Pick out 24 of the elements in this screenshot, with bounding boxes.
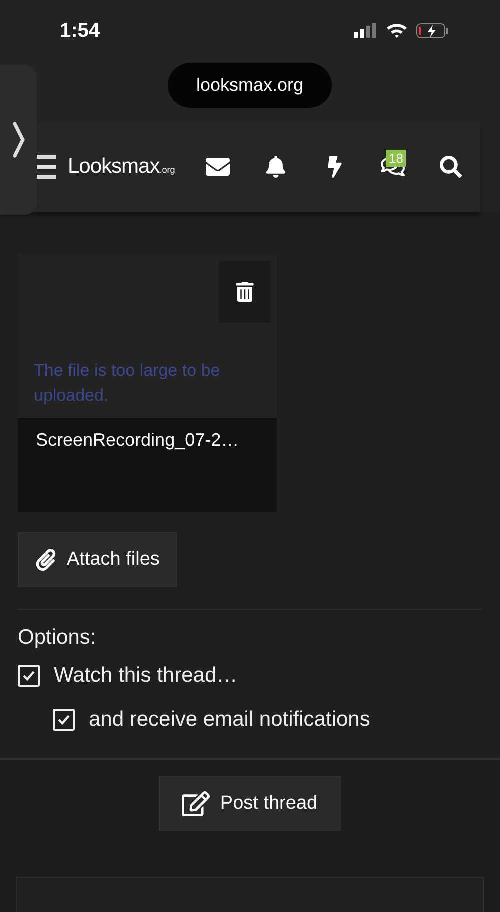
checkmark-icon xyxy=(57,713,71,727)
delete-button[interactable] xyxy=(219,261,271,323)
url-bar[interactable]: looksmax.org xyxy=(168,63,332,108)
checkmark-icon xyxy=(22,669,36,683)
checkbox[interactable] xyxy=(53,709,75,731)
wifi-icon xyxy=(386,23,408,39)
file-name: ScreenRecording_07-2… xyxy=(36,430,240,450)
chevron-icon xyxy=(12,120,26,160)
paperclip-icon xyxy=(35,548,57,570)
trash-icon xyxy=(235,282,255,302)
edit-icon xyxy=(182,790,210,818)
option-label: and receive email notifications xyxy=(89,708,370,732)
options-label: Options: xyxy=(18,626,96,650)
sidebar-toggle[interactable] xyxy=(0,65,37,215)
signal-icon xyxy=(354,23,378,39)
option-label: Watch this thread… xyxy=(54,664,238,688)
attach-files-button[interactable]: Attach files xyxy=(18,532,177,587)
error-message: The file is too large to be uploaded. xyxy=(34,360,222,407)
battery-icon xyxy=(416,23,450,39)
site-logo[interactable]: Looksmax.org xyxy=(68,155,176,179)
conversations-badge: 18 xyxy=(386,150,406,167)
post-thread-button[interactable]: Post thread xyxy=(159,776,341,831)
checkbox[interactable] xyxy=(18,665,40,687)
status-time: 1:54 xyxy=(60,20,100,42)
